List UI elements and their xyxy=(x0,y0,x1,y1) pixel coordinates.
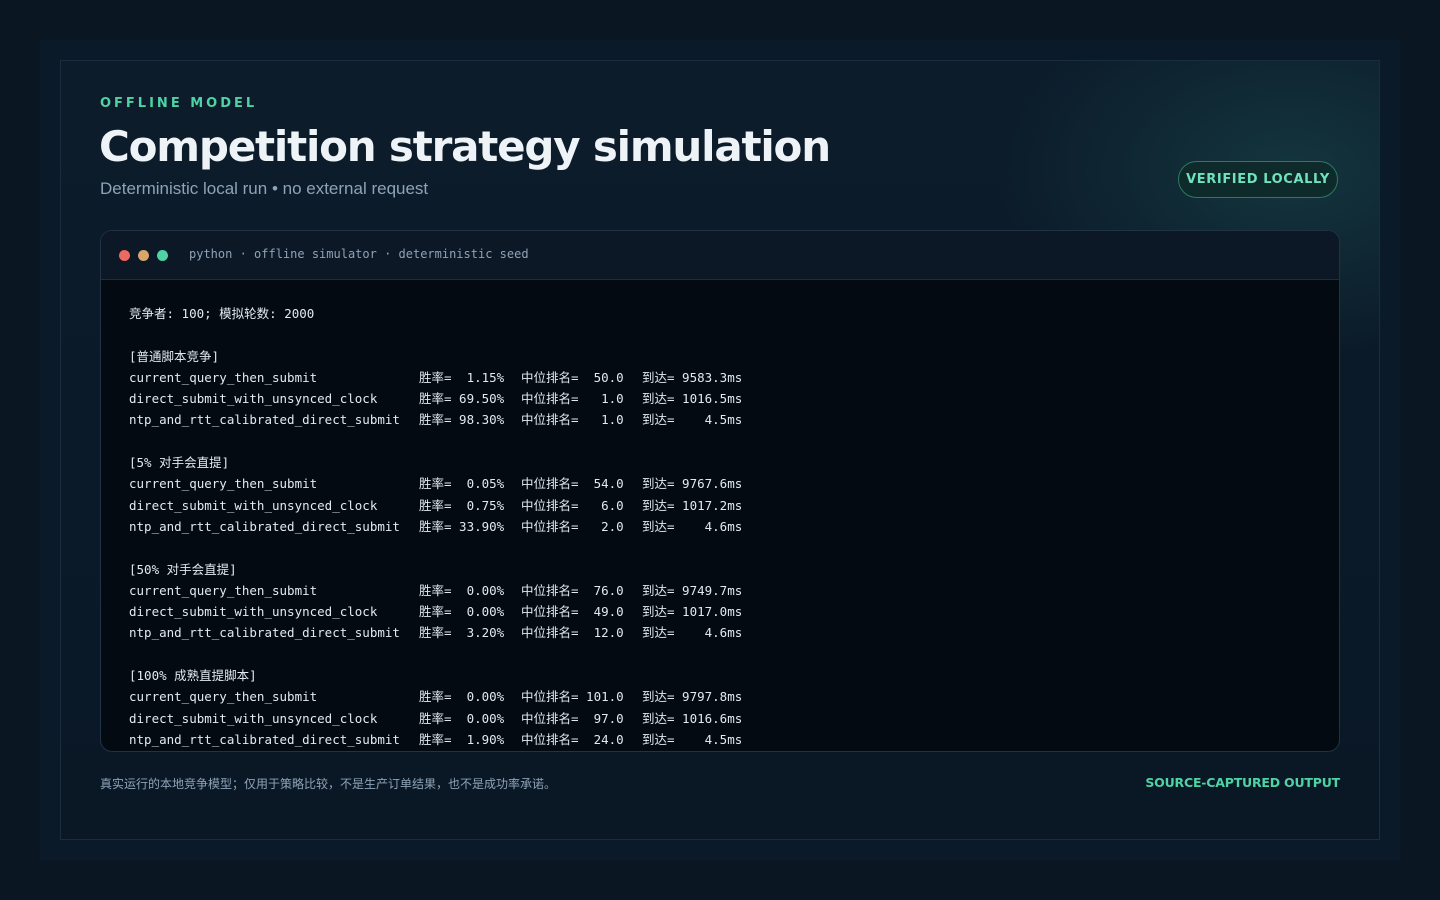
strategy-name: direct_submit_with_unsynced_clock xyxy=(129,710,378,726)
result-row: direct_submit_with_unsynced_clock 胜率= 69.… xyxy=(129,388,1309,409)
strategy-name: current_query_then_submit xyxy=(129,476,318,492)
win-rate: 胜率= 0.00% xyxy=(419,582,505,598)
arrival-time: 到达= 1016.5ms xyxy=(642,391,743,407)
result-row: direct_submit_with_unsynced_clock 胜率= 0.7… xyxy=(129,495,1309,516)
strategy-name: ntp_and_rtt_calibrated_direct_submit xyxy=(129,412,400,428)
arrival-time: 到达= 4.5ms xyxy=(642,731,743,747)
terminal-title: python · offline simulator · determinist… xyxy=(189,247,529,261)
arrival-time: 到达= 1017.0ms xyxy=(642,604,743,620)
median-rank: 中位排名= 49.0 xyxy=(521,604,624,620)
median-rank: 中位排名= 97.0 xyxy=(521,710,624,726)
verified-badge: VERIFIED LOCALLY xyxy=(1178,161,1338,198)
minimize-dot-icon xyxy=(138,250,149,261)
arrival-time: 到达= 1016.6ms xyxy=(642,710,743,726)
strategy-name: ntp_and_rtt_calibrated_direct_submit xyxy=(129,731,400,747)
result-row: ntp_and_rtt_calibrated_direct_submit 胜率= … xyxy=(129,409,1309,430)
median-rank: 中位排名= 2.0 xyxy=(521,518,624,534)
result-row: direct_submit_with_unsynced_clock 胜率= 0.0… xyxy=(129,601,1309,622)
win-rate: 胜率= 0.05% xyxy=(419,476,505,492)
median-rank: 中位排名= 1.0 xyxy=(521,412,624,428)
median-rank: 中位排名= 12.0 xyxy=(521,625,624,641)
median-rank: 中位排名= 6.0 xyxy=(521,497,624,513)
result-row: ntp_and_rtt_calibrated_direct_submit 胜率= … xyxy=(129,622,1309,643)
source-tag: SOURCE-CAPTURED OUTPUT xyxy=(1145,775,1340,790)
win-rate: 胜率= 0.00% xyxy=(419,689,505,705)
group-heading: [5% 对手会直提] xyxy=(129,455,230,471)
page-subtitle: Deterministic local run • no external re… xyxy=(100,179,429,198)
arrival-time: 到达= 9767.6ms xyxy=(642,476,743,492)
win-rate: 胜率= 0.00% xyxy=(419,604,505,620)
result-row: current_query_then_submit 胜率= 1.15% 中位排名= … xyxy=(129,367,1309,388)
group-heading: [普通脚本竞争] xyxy=(129,348,220,364)
arrival-time: 到达= 4.5ms xyxy=(642,412,743,428)
result-row: ntp_and_rtt_calibrated_direct_submit 胜率= … xyxy=(129,516,1309,537)
strategy-name: current_query_then_submit xyxy=(129,582,318,598)
arrival-time: 到达= 4.6ms xyxy=(642,625,743,641)
win-rate: 胜率= 69.50% xyxy=(419,391,505,407)
strategy-name: current_query_then_submit xyxy=(129,369,318,385)
arrival-time: 到达= 9583.3ms xyxy=(642,369,743,385)
win-rate: 胜率= 0.75% xyxy=(419,497,505,513)
terminal-output: 竞争者: 100; 模拟轮数: 2000 [普通脚本竞争] current_qu… xyxy=(129,303,1309,750)
eyebrow-label: OFFLINE MODEL xyxy=(100,96,258,111)
win-rate: 胜率= 3.20% xyxy=(419,625,505,641)
win-rate: 胜率= 1.15% xyxy=(419,369,505,385)
arrival-time: 到达= 4.6ms xyxy=(642,518,743,534)
median-rank: 中位排名= 76.0 xyxy=(521,582,624,598)
result-row: current_query_then_submit 胜率= 0.00% 中位排名= … xyxy=(129,580,1309,601)
result-row: current_query_then_submit 胜率= 0.05% 中位排名= … xyxy=(129,473,1309,494)
strategy-name: direct_submit_with_unsynced_clock xyxy=(129,604,378,620)
arrival-time: 到达= 9749.7ms xyxy=(642,582,743,598)
maximize-dot-icon xyxy=(157,250,168,261)
median-rank: 中位排名= 54.0 xyxy=(521,476,624,492)
group-heading: [100% 成熟直提脚本] xyxy=(129,668,257,684)
win-rate: 胜率= 0.00% xyxy=(419,710,505,726)
summary-line: 竞争者: 100; 模拟轮数: 2000 xyxy=(129,306,315,321)
result-row: direct_submit_with_unsynced_clock 胜率= 0.0… xyxy=(129,708,1309,729)
win-rate: 胜率= 1.90% xyxy=(419,731,505,747)
strategy-name: ntp_and_rtt_calibrated_direct_submit xyxy=(129,518,400,534)
strategy-name: direct_submit_with_unsynced_clock xyxy=(129,497,378,513)
close-dot-icon xyxy=(119,250,130,261)
arrival-time: 到达= 1017.2ms xyxy=(642,497,743,513)
result-row: ntp_and_rtt_calibrated_direct_submit 胜率= … xyxy=(129,729,1309,750)
strategy-name: current_query_then_submit xyxy=(129,689,318,705)
result-row: current_query_then_submit 胜率= 0.00% 中位排名= … xyxy=(129,686,1309,707)
win-rate: 胜率= 98.30% xyxy=(419,412,505,428)
terminal-window: python · offline simulator · determinist… xyxy=(100,230,1340,752)
footer-disclaimer: 真实运行的本地竞争模型；仅用于策略比较，不是生产订单结果，也不是成功率承诺。 xyxy=(100,777,557,791)
group-heading: [50% 对手会直提] xyxy=(129,561,237,577)
median-rank: 中位排名= 1.0 xyxy=(521,391,624,407)
page-title: Competition strategy simulation xyxy=(99,122,831,171)
strategy-name: direct_submit_with_unsynced_clock xyxy=(129,391,378,407)
win-rate: 胜率= 33.90% xyxy=(419,518,505,534)
terminal-title-bar: python · offline simulator · determinist… xyxy=(101,231,1339,280)
median-rank: 中位排名= 50.0 xyxy=(521,369,624,385)
strategy-name: ntp_and_rtt_calibrated_direct_submit xyxy=(129,625,400,641)
median-rank: 中位排名= 101.0 xyxy=(521,689,624,705)
median-rank: 中位排名= 24.0 xyxy=(521,731,624,747)
arrival-time: 到达= 9797.8ms xyxy=(642,689,743,705)
